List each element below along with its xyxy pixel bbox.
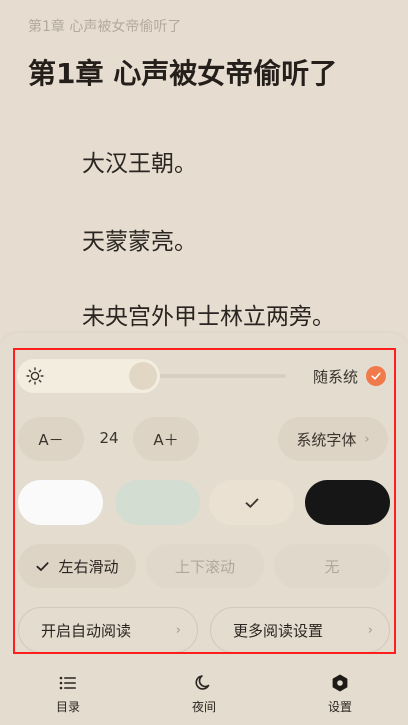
more-settings-button[interactable]: 更多阅读设置 › <box>210 607 390 653</box>
nav-night-label: 夜间 <box>191 700 216 714</box>
nav-settings[interactable]: 设置 <box>310 672 370 715</box>
follow-system-label: 随系统 <box>313 368 359 386</box>
chapter-header: 第1章 心声被女帝偷听了 <box>28 19 182 35</box>
theme-black-swatch[interactable] <box>305 480 390 525</box>
check-icon <box>35 559 50 574</box>
mode-label: 左右滑动 <box>58 557 119 576</box>
nav-toc[interactable]: 目录 <box>38 672 98 715</box>
mode-label: 无 <box>324 557 340 576</box>
nav-toc-label: 目录 <box>55 700 80 714</box>
font-increase-button[interactable]: A＋ <box>133 417 199 461</box>
chevron-right-icon: › <box>364 431 370 447</box>
font-decrease-button[interactable]: A－ <box>18 417 84 461</box>
brightness-slider-knob[interactable] <box>129 362 157 390</box>
mode-label: 上下滚动 <box>174 557 235 576</box>
sun-icon <box>26 367 44 385</box>
settings-hexagon-icon <box>329 672 351 694</box>
auto-read-label: 开启自动阅读 <box>41 621 132 640</box>
auto-read-button[interactable]: 开启自动阅读 › <box>18 607 198 653</box>
follow-system-checkbox[interactable] <box>366 366 386 386</box>
font-family-label: 系统字体 <box>296 430 357 449</box>
more-settings-label: 更多阅读设置 <box>233 621 324 640</box>
theme-green-swatch[interactable] <box>115 480 200 525</box>
mode-horizontal-swipe-button[interactable]: 左右滑动 <box>18 544 136 588</box>
nav-settings-label: 设置 <box>327 700 352 714</box>
font-family-button[interactable]: 系统字体 › <box>278 417 388 461</box>
paragraph: 未央宫外甲士林立两旁。 <box>82 304 335 330</box>
chevron-right-icon: › <box>367 622 373 638</box>
chapter-title: 第1章 心声被女帝偷听了 <box>28 57 338 90</box>
mode-vertical-scroll-button[interactable]: 上下滚动 <box>146 544 264 588</box>
chevron-right-icon: › <box>175 622 181 638</box>
mode-none-button[interactable]: 无 <box>274 544 390 588</box>
theme-white-swatch[interactable] <box>18 480 103 525</box>
paragraph: 大汉王朝。 <box>82 151 197 177</box>
moon-icon <box>193 672 215 694</box>
list-icon <box>57 672 79 694</box>
theme-beige-swatch[interactable] <box>209 480 294 525</box>
paragraph: 天蒙蒙亮。 <box>82 229 197 255</box>
nav-night[interactable]: 夜间 <box>174 672 234 715</box>
font-size-value: 24 <box>99 429 119 447</box>
check-icon <box>245 498 258 508</box>
check-icon <box>371 372 381 380</box>
